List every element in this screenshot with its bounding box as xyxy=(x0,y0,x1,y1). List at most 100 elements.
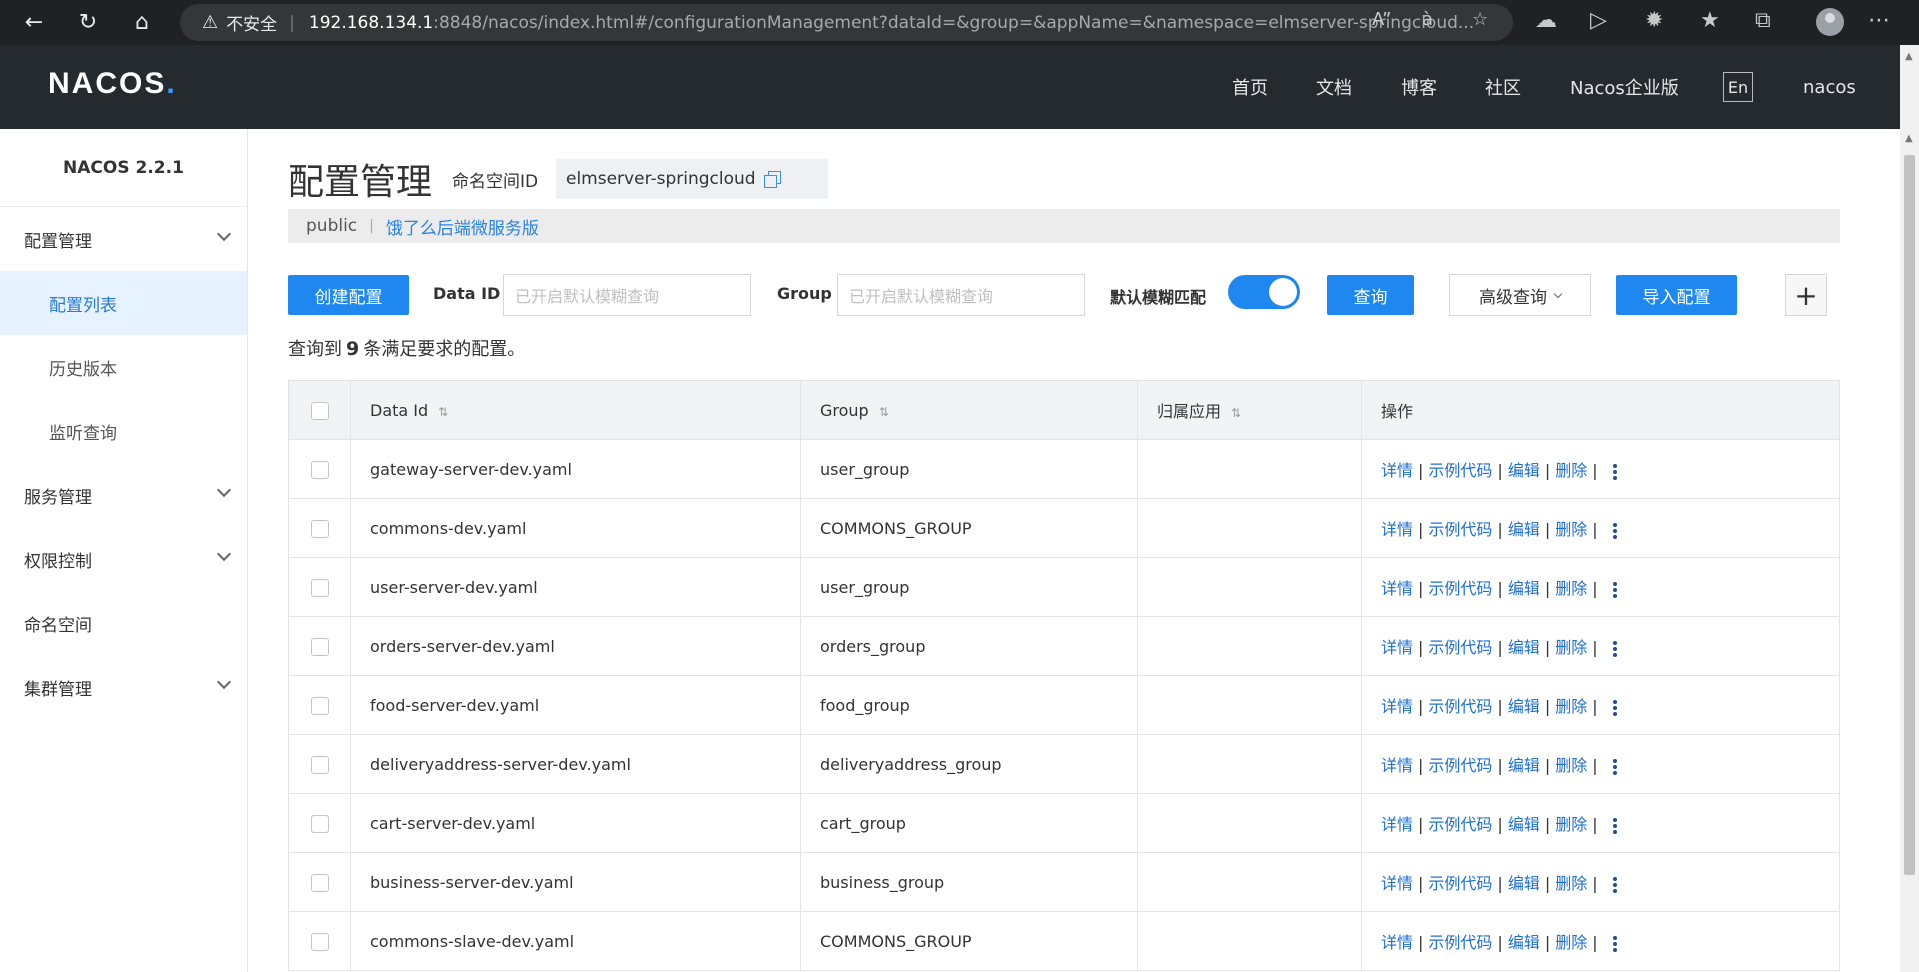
nacos-logo[interactable]: NACOS. xyxy=(48,67,177,101)
namespace-tab-elm[interactable]: 饿了么后端微服务版 xyxy=(386,214,539,239)
group-input[interactable]: 已开启默认模糊查询 xyxy=(837,274,1085,316)
row-checkbox[interactable] xyxy=(310,814,329,833)
op-link-3[interactable]: 删除 xyxy=(1555,815,1587,834)
scroll-up-arrow-icon[interactable]: ▲ xyxy=(1905,51,1913,62)
op-link-1[interactable]: 示例代码 xyxy=(1428,520,1492,539)
import-config-button[interactable]: 导入配置 xyxy=(1616,275,1737,315)
more-vertical-icon[interactable] xyxy=(1612,817,1617,834)
more-vertical-icon[interactable] xyxy=(1612,758,1617,775)
op-link-1[interactable]: 示例代码 xyxy=(1428,933,1492,952)
op-link-3[interactable]: 删除 xyxy=(1555,579,1587,598)
op-link-3[interactable]: 删除 xyxy=(1555,520,1587,539)
op-link-3[interactable]: 删除 xyxy=(1555,874,1587,893)
op-link-0[interactable]: 详情 xyxy=(1381,638,1413,657)
op-link-1[interactable]: 示例代码 xyxy=(1428,815,1492,834)
sidebar-group-cluster[interactable]: 集群管理 xyxy=(0,655,247,719)
op-link-1[interactable]: 示例代码 xyxy=(1428,638,1492,657)
more-vertical-icon[interactable] xyxy=(1612,522,1617,539)
create-config-button[interactable]: 创建配置 xyxy=(288,275,409,315)
sidebar-item-listener-query[interactable]: 监听查询 xyxy=(0,399,247,463)
row-checkbox[interactable] xyxy=(310,460,329,479)
nav-docs[interactable]: 文档 xyxy=(1316,45,1352,129)
op-link-2[interactable]: 编辑 xyxy=(1508,815,1540,834)
query-button[interactable]: 查询 xyxy=(1327,275,1414,315)
more-vertical-icon[interactable] xyxy=(1612,935,1617,952)
language-switch-button[interactable]: En xyxy=(1723,72,1753,102)
row-checkbox[interactable] xyxy=(310,696,329,715)
op-link-0[interactable]: 详情 xyxy=(1381,697,1413,716)
scroll-thumb[interactable] xyxy=(1904,155,1915,875)
op-link-1[interactable]: 示例代码 xyxy=(1428,579,1492,598)
collections-icon[interactable]: ⧉ xyxy=(1755,8,1771,33)
op-link-2[interactable]: 编辑 xyxy=(1508,933,1540,952)
page-scrollbar[interactable]: ▲ ▲ xyxy=(1900,45,1919,972)
fuzzy-match-toggle[interactable] xyxy=(1228,275,1300,309)
row-checkbox[interactable] xyxy=(310,932,329,951)
more-vertical-icon[interactable] xyxy=(1612,876,1617,893)
row-checkbox[interactable] xyxy=(310,873,329,892)
more-vertical-icon[interactable] xyxy=(1612,699,1617,716)
copy-icon[interactable] xyxy=(763,171,781,188)
op-link-1[interactable]: 示例代码 xyxy=(1428,874,1492,893)
op-link-1[interactable]: 示例代码 xyxy=(1428,461,1492,480)
op-link-3[interactable]: 删除 xyxy=(1555,933,1587,952)
op-link-3[interactable]: 删除 xyxy=(1555,638,1587,657)
op-link-0[interactable]: 详情 xyxy=(1381,933,1413,952)
extension-icon[interactable]: ☁ xyxy=(1535,8,1557,33)
op-link-1[interactable]: 示例代码 xyxy=(1428,697,1492,716)
profile-avatar[interactable] xyxy=(1816,8,1844,36)
play-icon[interactable]: ▷ xyxy=(1590,8,1607,33)
nav-enterprise[interactable]: Nacos企业版 xyxy=(1570,45,1679,129)
op-link-2[interactable]: 编辑 xyxy=(1508,579,1540,598)
home-icon[interactable]: ⌂ xyxy=(120,0,164,45)
column-header-dataid[interactable]: Data Id ⇅ xyxy=(350,380,801,440)
row-checkbox[interactable] xyxy=(310,755,329,774)
user-menu[interactable]: nacos xyxy=(1803,45,1856,129)
op-link-1[interactable]: 示例代码 xyxy=(1428,756,1492,775)
sort-icon[interactable]: ⇅ xyxy=(1231,406,1241,420)
back-icon[interactable]: ← xyxy=(12,0,56,45)
more-vertical-icon[interactable] xyxy=(1612,640,1617,657)
sidebar-item-config-list[interactable]: 配置列表 xyxy=(0,271,247,335)
plus-icon[interactable]: + xyxy=(1785,274,1827,316)
favorite-star-icon[interactable]: ☆ xyxy=(1472,9,1488,30)
op-link-2[interactable]: 编辑 xyxy=(1508,638,1540,657)
op-link-2[interactable]: 编辑 xyxy=(1508,874,1540,893)
sidebar-group-config[interactable]: 配置管理 xyxy=(0,207,247,271)
op-link-0[interactable]: 详情 xyxy=(1381,520,1413,539)
op-link-0[interactable]: 详情 xyxy=(1381,874,1413,893)
op-link-3[interactable]: 删除 xyxy=(1555,756,1587,775)
more-options-icon[interactable]: ⋯ xyxy=(1868,8,1890,33)
op-link-0[interactable]: 详情 xyxy=(1381,815,1413,834)
op-link-0[interactable]: 详情 xyxy=(1381,756,1413,775)
nav-blog[interactable]: 博客 xyxy=(1401,45,1437,129)
op-link-3[interactable]: 删除 xyxy=(1555,697,1587,716)
op-link-2[interactable]: 编辑 xyxy=(1508,697,1540,716)
sort-icon[interactable]: ⇅ xyxy=(438,405,448,419)
dataid-input[interactable]: 已开启默认模糊查询 xyxy=(503,274,751,316)
row-checkbox[interactable] xyxy=(310,578,329,597)
row-checkbox[interactable] xyxy=(310,519,329,538)
sidebar-item-history[interactable]: 历史版本 xyxy=(0,335,247,399)
puzzle-icon[interactable]: ✹ xyxy=(1645,8,1663,33)
op-link-0[interactable]: 详情 xyxy=(1381,461,1413,480)
refresh-icon[interactable]: ↻ xyxy=(66,0,110,45)
op-link-0[interactable]: 详情 xyxy=(1381,579,1413,598)
column-header-group[interactable]: Group ⇅ xyxy=(800,380,1138,440)
select-all-checkbox[interactable] xyxy=(310,401,329,420)
row-checkbox[interactable] xyxy=(310,637,329,656)
nav-home[interactable]: 首页 xyxy=(1232,45,1268,129)
nav-community[interactable]: 社区 xyxy=(1485,45,1521,129)
op-link-2[interactable]: 编辑 xyxy=(1508,520,1540,539)
namespace-tab-public[interactable]: public xyxy=(306,216,357,236)
sidebar-item-namespace[interactable]: 命名空间 xyxy=(0,591,247,655)
op-link-2[interactable]: 编辑 xyxy=(1508,461,1540,480)
sort-icon[interactable]: ⇅ xyxy=(879,405,889,419)
address-bar[interactable]: ⚠ 不安全 | 192.168.134.1 :8848/nacos/index.… xyxy=(180,4,1513,41)
read-aloud-icon[interactable]: A” xyxy=(1372,9,1391,30)
column-header-app[interactable]: 归属应用 ⇅ xyxy=(1137,380,1362,440)
more-vertical-icon[interactable] xyxy=(1612,581,1617,598)
op-link-3[interactable]: 删除 xyxy=(1555,461,1587,480)
inner-scroll-up-arrow-icon[interactable]: ▲ xyxy=(1905,133,1913,144)
sidebar-group-auth[interactable]: 权限控制 xyxy=(0,527,247,591)
